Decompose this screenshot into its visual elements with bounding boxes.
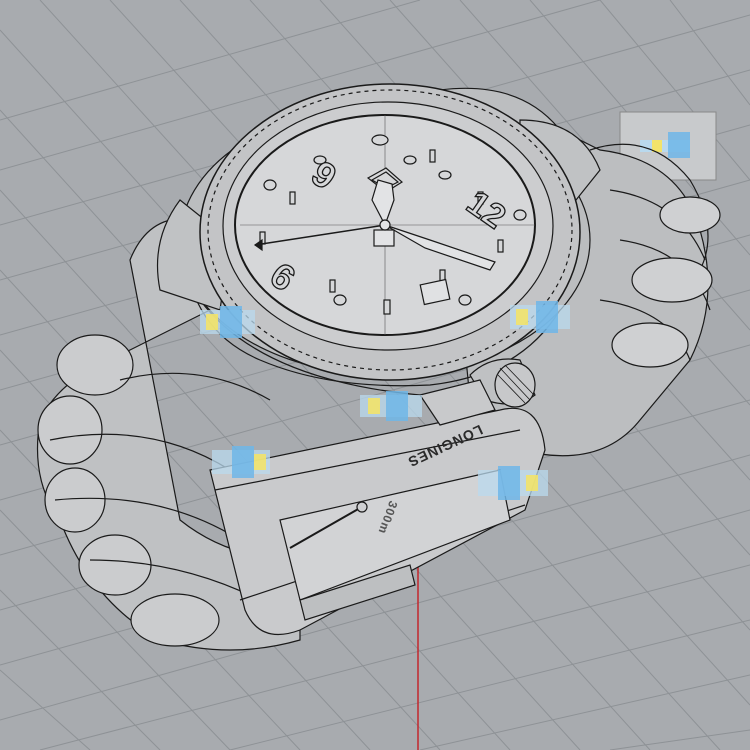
marker-3 [360, 391, 422, 421]
clasp [209, 407, 546, 636]
watch-dial: 12 6 9 [234, 114, 536, 336]
viewport-canvas[interactable]: 12 6 9 LONGINES 300m [0, 0, 750, 750]
3d-viewport[interactable]: 12 6 9 LONGINES 300m [0, 0, 750, 750]
marker-2 [510, 301, 570, 333]
watch-model[interactable]: 12 6 9 LONGINES 300m [36, 83, 721, 651]
marker-1 [200, 306, 255, 338]
marker-4 [212, 446, 270, 478]
marker-5 [478, 466, 548, 500]
